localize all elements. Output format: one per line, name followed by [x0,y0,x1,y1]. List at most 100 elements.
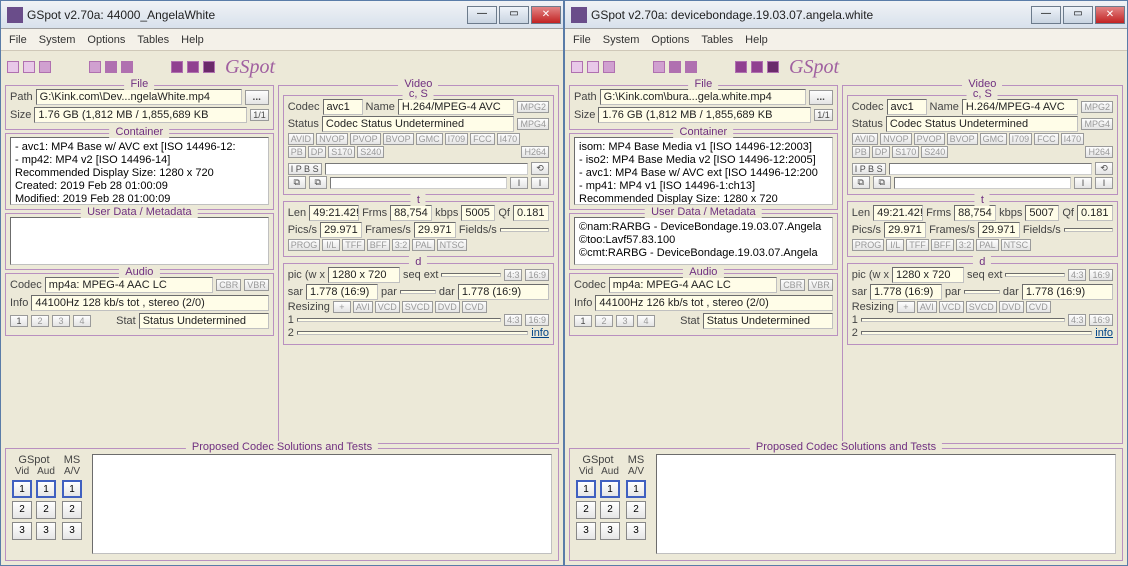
av-test-2[interactable]: 2 [62,501,82,519]
video-flag-button[interactable]: I470 [1061,133,1085,145]
aspect-16-9-button[interactable]: 16:9 [525,314,549,326]
aspect-4-3-button[interactable]: 4:3 [504,314,523,326]
video-flag-button[interactable]: FCC [1034,133,1059,145]
cbr-button[interactable]: CBR [780,279,805,291]
userdata-text[interactable]: ©nam:RARBG - DeviceBondage.19.03.07.Ange… [574,217,833,265]
video-flag-button[interactable]: TFF [342,239,365,251]
menu-system[interactable]: System [39,34,76,46]
menu-options[interactable]: Options [651,34,689,46]
userdata-text[interactable] [10,217,269,265]
menu-tables[interactable]: Tables [137,34,169,46]
h264-button[interactable]: H264 [521,146,549,158]
resize-button[interactable]: AVI [353,301,373,313]
maximize-button[interactable]: ▭ [1063,6,1093,24]
video-flag-button[interactable]: PAL [976,239,998,251]
menu-file[interactable]: File [573,34,591,46]
video-flag-button[interactable]: I470 [497,133,521,145]
minimize-button[interactable]: — [467,6,497,24]
resize-button[interactable]: DVD [435,301,460,313]
menu-tables[interactable]: Tables [701,34,733,46]
video-flag-button[interactable]: DP [872,146,891,158]
audio-btn-2[interactable]: 2 [595,315,613,327]
video-flag-button[interactable]: BVOP [947,133,978,145]
av-test-3[interactable]: 3 [62,522,82,540]
resize-button[interactable]: SVCD [966,301,997,313]
aud-test-1[interactable]: 1 [36,480,56,498]
aud-test-2[interactable]: 2 [36,501,56,519]
aspect-16-9-button[interactable]: 16:9 [1089,269,1113,281]
solutions-list[interactable] [656,454,1116,554]
browse-button[interactable]: ... [809,90,833,105]
menu-options[interactable]: Options [87,34,125,46]
titlebar[interactable]: GSpot v2.70a: devicebondage.19.03.07.ang… [565,1,1127,29]
inv-button[interactable]: ⟲ [531,162,549,175]
close-button[interactable]: ✕ [531,6,561,24]
vid-test-3[interactable]: 3 [576,522,596,540]
video-flag-button[interactable]: AVID [852,133,878,145]
video-flag-button[interactable]: 3:2 [956,239,975,251]
ipbs-button[interactable]: I P B S [288,163,322,175]
video-flag-button[interactable]: AVID [288,133,314,145]
video-flag-button[interactable]: BFF [367,239,390,251]
resize-button[interactable]: DVD [999,301,1024,313]
video-flag-button[interactable]: I709 [1009,133,1033,145]
titlebar[interactable]: GSpot v2.70a: 44000_AngelaWhite — ▭ ✕ [1,1,563,29]
audio-btn-3[interactable]: 3 [616,315,634,327]
info-link[interactable]: info [1095,327,1113,339]
frame-button[interactable]: ⧉ [288,176,306,189]
av-test-3[interactable]: 3 [626,522,646,540]
size-part-button[interactable]: 1/1 [250,109,269,121]
menu-help[interactable]: Help [181,34,204,46]
aud-test-2[interactable]: 2 [600,501,620,519]
mpg4-button[interactable]: MPG4 [517,118,549,130]
video-flag-button[interactable]: PVOP [350,133,381,145]
container-text[interactable]: - avc1: MP4 Base w/ AVC ext [ISO 14496-1… [10,137,269,205]
vid-test-1[interactable]: 1 [12,480,32,498]
video-flag-button[interactable]: I/L [322,239,340,251]
file-path[interactable]: G:\Kink.com\bura...gela.white.mp4 [600,89,806,105]
video-flag-button[interactable]: TFF [906,239,929,251]
video-flag-button[interactable]: S240 [921,146,948,158]
menu-file[interactable]: File [9,34,27,46]
video-flag-button[interactable]: I709 [445,133,469,145]
vbr-button[interactable]: VBR [244,279,269,291]
audio-btn-4[interactable]: 4 [73,315,91,327]
resize-button[interactable]: CVD [462,301,487,313]
seek-button[interactable]: I [531,177,549,189]
video-flag-button[interactable]: PB [852,146,870,158]
audio-btn-1[interactable]: 1 [574,315,592,327]
vid-test-2[interactable]: 2 [576,501,596,519]
video-flag-button[interactable]: DP [308,146,327,158]
aspect-4-3-button[interactable]: 4:3 [1068,314,1087,326]
video-flag-button[interactable]: PAL [412,239,434,251]
resize-button[interactable]: VCD [939,301,964,313]
timeline[interactable] [330,177,507,189]
maximize-button[interactable]: ▭ [499,6,529,24]
timeline[interactable] [325,163,528,175]
frame-button[interactable]: ⧉ [309,176,327,189]
video-flag-button[interactable]: BVOP [383,133,414,145]
aspect-16-9-button[interactable]: 16:9 [525,269,549,281]
video-flag-button[interactable]: S170 [328,146,355,158]
timeline[interactable] [889,163,1092,175]
video-flag-button[interactable]: PB [288,146,306,158]
av-test-1[interactable]: 1 [62,480,82,498]
resize-button[interactable]: VCD [375,301,400,313]
container-text[interactable]: isom: MP4 Base Media v1 [ISO 14496-12:20… [574,137,833,205]
video-flag-button[interactable]: I/L [886,239,904,251]
video-flag-button[interactable]: BFF [931,239,954,251]
audio-btn-2[interactable]: 2 [31,315,49,327]
seek-button[interactable]: I [510,177,528,189]
audio-btn-4[interactable]: 4 [637,315,655,327]
video-flag-button[interactable]: S170 [892,146,919,158]
aud-test-3[interactable]: 3 [36,522,56,540]
video-flag-button[interactable]: NTSC [437,239,468,251]
aspect-16-9-button[interactable]: 16:9 [1089,314,1113,326]
inv-button[interactable]: ⟲ [1095,162,1113,175]
vbr-button[interactable]: VBR [808,279,833,291]
vid-test-2[interactable]: 2 [12,501,32,519]
video-flag-button[interactable]: 3:2 [392,239,411,251]
h264-button[interactable]: H264 [1085,146,1113,158]
seek-button[interactable]: I [1095,177,1113,189]
video-flag-button[interactable]: FCC [470,133,495,145]
